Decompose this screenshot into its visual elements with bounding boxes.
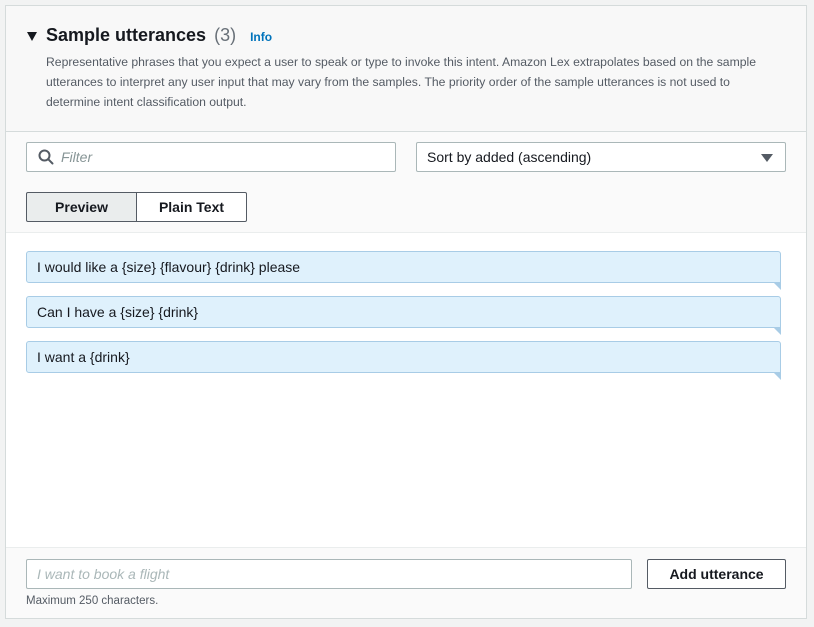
sort-selected-value: Sort by added (ascending): [427, 149, 592, 165]
plain-text-toggle-button[interactable]: Plain Text: [137, 192, 247, 222]
preview-toggle-button[interactable]: Preview: [26, 192, 137, 222]
new-utterance-input[interactable]: [26, 559, 632, 589]
info-link[interactable]: Info: [250, 30, 272, 44]
title-row: Sample utterances (3) Info: [46, 25, 272, 46]
caret-down-icon[interactable]: [27, 32, 37, 41]
section-title: Sample utterances: [46, 25, 207, 45]
search-icon: [38, 149, 54, 165]
character-limit-hint: Maximum 250 characters.: [26, 595, 159, 607]
utterance-item[interactable]: I would like a {size} {flavour} {drink} …: [26, 251, 781, 290]
filter-field[interactable]: [26, 142, 396, 172]
utterance-list: I would like a {size} {flavour} {drink} …: [26, 251, 782, 386]
section-description: Representative phrases that you expect a…: [46, 55, 757, 109]
utterance-item[interactable]: Can I have a {size} {drink}: [26, 296, 781, 335]
add-utterance-footer: Add utterance Maximum 250 characters.: [6, 547, 806, 618]
add-utterance-button[interactable]: Add utterance: [647, 559, 786, 589]
utterance-item[interactable]: I want a {drink}: [26, 341, 781, 380]
view-toggle-group: Preview Plain Text: [26, 192, 247, 222]
filter-input[interactable]: [61, 147, 381, 167]
sample-utterances-panel: Sample utterances (3) Info Representativ…: [5, 5, 807, 619]
utterance-count: (3): [214, 25, 237, 45]
chevron-down-icon: [761, 154, 773, 162]
section-header: Sample utterances (3) Info Representativ…: [6, 6, 806, 132]
sort-select[interactable]: Sort by added (ascending): [416, 142, 786, 172]
controls-bar: Sort by added (ascending) Preview Plain …: [6, 132, 806, 233]
